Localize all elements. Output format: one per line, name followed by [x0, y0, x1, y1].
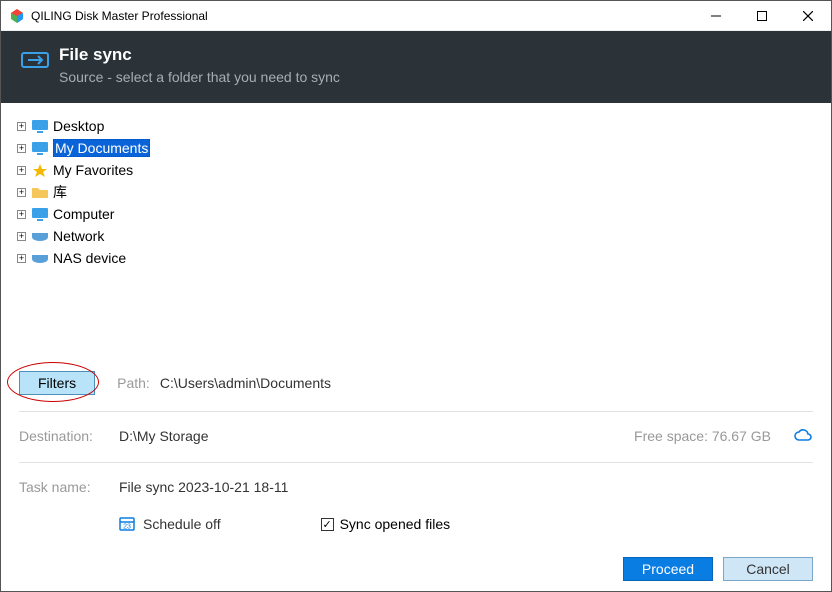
destination-row: Destination: D:\My Storage Free space: 7…	[1, 412, 831, 452]
main-area: + Desktop + My Documents + My Favorites …	[1, 103, 831, 581]
free-space: Free space: 76.67 GB	[634, 428, 771, 444]
header-title: File sync	[59, 45, 340, 65]
sync-opened-checkbox[interactable]: ✓ Sync opened files	[321, 516, 451, 532]
tree-label: Network	[53, 228, 104, 244]
drive-icon	[31, 229, 49, 244]
svg-text:23: 23	[123, 523, 131, 530]
path-value: C:\Users\admin\Documents	[160, 375, 331, 391]
destination-value[interactable]: D:\My Storage	[119, 428, 634, 444]
tree-label: My Favorites	[53, 162, 133, 178]
button-row: Proceed Cancel	[1, 539, 831, 581]
close-button[interactable]	[785, 1, 831, 30]
path-label: Path:	[117, 375, 150, 391]
expander-icon[interactable]: +	[17, 188, 26, 197]
folder-icon	[31, 185, 49, 200]
header: File sync Source - select a folder that …	[1, 31, 831, 103]
monitor-icon	[31, 141, 49, 156]
sync-icon	[21, 49, 49, 71]
tree-item-computer[interactable]: + Computer	[17, 203, 815, 225]
tree-item-nas-device[interactable]: + NAS device	[17, 247, 815, 269]
filters-button[interactable]: Filters	[19, 371, 95, 395]
cloud-icon[interactable]	[793, 428, 813, 445]
monitor-icon	[31, 207, 49, 222]
maximize-button[interactable]	[739, 1, 785, 30]
tree-item-my-favorites[interactable]: + My Favorites	[17, 159, 815, 181]
schedule-label: Schedule off	[143, 516, 221, 532]
task-name-value[interactable]: File sync 2023-10-21 18-11	[119, 479, 288, 495]
tree-item-network[interactable]: + Network	[17, 225, 815, 247]
titlebar-title: QILING Disk Master Professional	[31, 9, 693, 23]
task-name-label: Task name:	[19, 479, 119, 495]
tree-label: 库	[53, 182, 67, 202]
monitor-icon	[31, 119, 49, 134]
tree-item-library[interactable]: + 库	[17, 181, 815, 203]
expander-icon[interactable]: +	[17, 144, 26, 153]
proceed-button[interactable]: Proceed	[623, 557, 713, 581]
path-row: Filters Path: C:\Users\admin\Documents	[1, 365, 831, 401]
expander-icon[interactable]: +	[17, 122, 26, 131]
minimize-button[interactable]	[693, 1, 739, 30]
tree-label: My Documents	[53, 139, 150, 157]
calendar-icon: 23	[119, 515, 137, 534]
star-icon	[31, 163, 49, 178]
sync-opened-label: Sync opened files	[340, 516, 451, 532]
expander-icon[interactable]: +	[17, 232, 26, 241]
tree-label: Computer	[53, 206, 114, 222]
destination-label: Destination:	[19, 428, 119, 444]
checkbox-icon: ✓	[321, 518, 334, 531]
expander-icon[interactable]: +	[17, 210, 26, 219]
tree-item-desktop[interactable]: + Desktop	[17, 115, 815, 137]
app-icon	[9, 8, 25, 24]
expander-icon[interactable]: +	[17, 254, 26, 263]
expander-icon[interactable]: +	[17, 166, 26, 175]
drive-icon	[31, 251, 49, 266]
window-controls	[693, 1, 831, 30]
task-row: Task name: File sync 2023-10-21 18-11	[1, 463, 831, 503]
tree-label: Desktop	[53, 118, 104, 134]
tree-item-my-documents[interactable]: + My Documents	[17, 137, 815, 159]
options-row: 23 Schedule off ✓ Sync opened files	[1, 503, 831, 539]
cancel-button[interactable]: Cancel	[723, 557, 813, 581]
titlebar: QILING Disk Master Professional	[1, 1, 831, 31]
folder-tree: + Desktop + My Documents + My Favorites …	[1, 103, 831, 355]
tree-label: NAS device	[53, 250, 126, 266]
header-subtitle: Source - select a folder that you need t…	[59, 69, 340, 85]
schedule-toggle[interactable]: 23 Schedule off	[119, 515, 221, 534]
